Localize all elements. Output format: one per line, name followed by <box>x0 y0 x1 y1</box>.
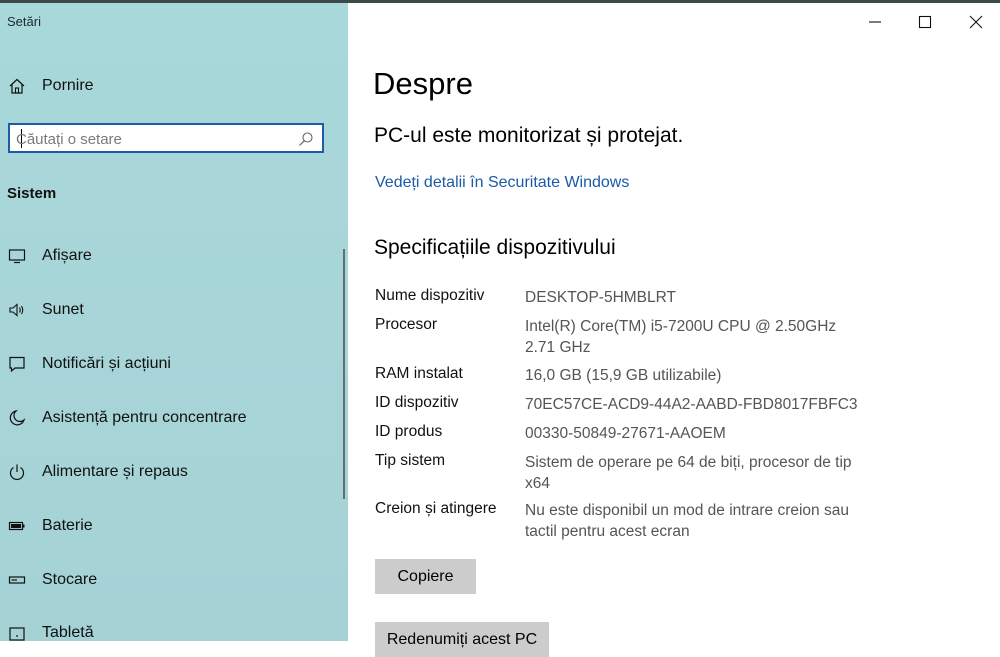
spec-key: Creion și atingere <box>375 500 497 517</box>
sidebar-item-sound[interactable]: Sunet <box>0 290 345 330</box>
sidebar-item-label: Asistență pentru concentrare <box>42 409 247 426</box>
sidebar-item-label: Stocare <box>42 571 98 588</box>
spec-value: DESKTOP-5HMBLRT <box>525 289 677 306</box>
close-button[interactable] <box>964 10 988 34</box>
moon-icon <box>8 409 26 427</box>
spec-key: Procesor <box>375 316 438 333</box>
sidebar-item-home[interactable]: Pornire <box>0 66 345 106</box>
copy-button[interactable]: Copiere <box>375 559 476 594</box>
sidebar-item-storage[interactable]: Stocare <box>0 560 345 600</box>
spec-key: Nume dispozitiv <box>375 287 485 304</box>
power-icon <box>8 463 26 481</box>
minimize-button[interactable] <box>863 10 887 34</box>
sidebar-scrollbar[interactable] <box>343 249 345 499</box>
maximize-icon <box>918 15 932 29</box>
sidebar-item-display[interactable]: Afișare <box>0 236 345 276</box>
search-box[interactable] <box>8 123 324 153</box>
spec-key: RAM instalat <box>375 365 463 382</box>
app-title: Setări <box>7 14 41 29</box>
sidebar-item-battery[interactable]: Baterie <box>0 506 345 546</box>
sidebar-item-label: Tabletă <box>42 624 94 641</box>
search-input[interactable] <box>16 129 296 149</box>
sidebar-item-power[interactable]: Alimentare și repaus <box>0 452 345 492</box>
tablet-icon <box>8 624 26 642</box>
sidebar-item-label: Sunet <box>42 301 84 318</box>
security-details-link[interactable]: Vedeți detalii în Securitate Windows <box>375 174 629 192</box>
sidebar-item-label: Afișare <box>42 247 92 264</box>
sidebar-item-tablet[interactable]: Tabletă <box>0 613 345 653</box>
spec-value: Sistem de operare pe 64 de biți, proceso… <box>525 454 852 492</box>
sidebar-item-notifications[interactable]: Notificări și acțiuni <box>0 344 345 384</box>
search-icon[interactable] <box>298 131 314 147</box>
spec-value: Nu este disponibil un mod de intrare cre… <box>525 502 849 540</box>
minimize-icon <box>869 21 881 23</box>
notification-icon <box>8 355 26 373</box>
page-title: Despre <box>373 66 473 101</box>
home-icon <box>8 77 26 95</box>
storage-icon <box>8 571 26 589</box>
section-title: Sistem <box>7 185 57 202</box>
spec-key: ID produs <box>375 423 443 440</box>
sidebar-item-label: Pornire <box>42 77 94 94</box>
spec-key: Tip sistem <box>375 452 446 469</box>
sidebar-item-label: Alimentare și repaus <box>42 463 188 480</box>
close-icon <box>969 15 983 29</box>
spec-value: 16,0 GB (15,9 GB utilizabile) <box>525 367 722 384</box>
speaker-icon <box>8 301 26 319</box>
sidebar-item-focus-assist[interactable]: Asistență pentru concentrare <box>0 398 345 438</box>
rename-pc-button[interactable]: Redenumiți acest PC <box>375 622 549 657</box>
spec-value: 70EC57CE-ACD9-44A2-AABD-FBD8017FBFC3 <box>525 396 858 413</box>
maximize-button[interactable] <box>913 10 937 34</box>
battery-icon <box>8 517 26 535</box>
sidebar-item-label: Notificări și acțiuni <box>42 355 171 372</box>
spec-value: 00330-50849-27671-AAOEM <box>525 425 726 442</box>
display-icon <box>8 247 26 265</box>
protection-status: PC-ul este monitorizat și protejat. <box>374 124 684 147</box>
spec-value: Intel(R) Core(TM) i5-7200U CPU @ 2.50GHz… <box>525 318 837 356</box>
sidebar: Setări Pornire Sistem Afișare Sunet Noti… <box>0 3 348 641</box>
specs-heading: Specificațiile dispozitivului <box>374 236 616 259</box>
spec-key: ID dispozitiv <box>375 394 459 411</box>
sidebar-item-label: Baterie <box>42 517 93 534</box>
